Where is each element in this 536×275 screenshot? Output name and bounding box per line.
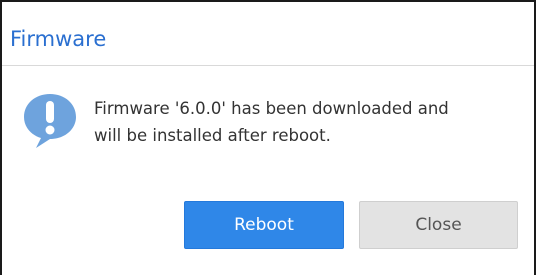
title-divider: [2, 65, 534, 66]
message-line-1: Firmware '6.0.0' has been downloaded and: [94, 99, 449, 118]
firmware-dialog: Firmware Firmware '6.0.0' has been downl…: [0, 0, 536, 275]
dialog-message: Firmware '6.0.0' has been downloaded and…: [94, 95, 514, 149]
dialog-title: Firmware: [10, 27, 107, 51]
info-icon: [24, 94, 76, 148]
message-line-2: will be installed after reboot.: [94, 126, 331, 145]
close-button[interactable]: Close: [359, 201, 518, 249]
reboot-button[interactable]: Reboot: [184, 201, 344, 249]
